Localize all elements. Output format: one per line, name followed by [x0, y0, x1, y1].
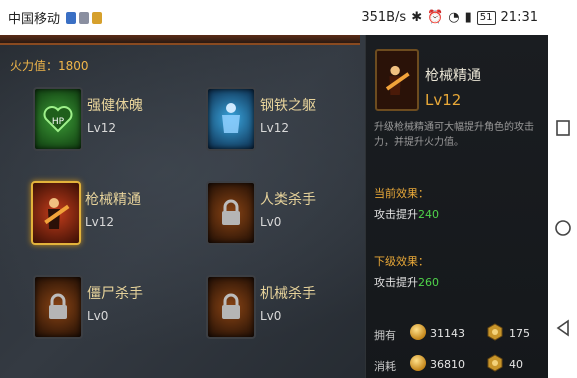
- steel-body-icon: [206, 87, 256, 151]
- owned-gold: 31143: [430, 327, 465, 340]
- current-effect-value: 240: [418, 208, 439, 221]
- notification-icon: [79, 11, 90, 24]
- recent-apps-button[interactable]: [554, 119, 572, 137]
- gold-coin-icon: [410, 355, 426, 371]
- skill-item-steel-body[interactable]: 钢铁之躯 Lv12: [206, 87, 376, 159]
- lock-icon: [206, 275, 256, 339]
- wifi-icon: ◔: [448, 10, 460, 25]
- skill-level: Lv12: [85, 215, 115, 229]
- skill-screen: 火力值：1800 HP 强健体魄 Lv12 钢铁之躯 Lv12 枪械精通 Lv1…: [0, 35, 548, 378]
- skill-item-zombie-killer[interactable]: 僵尸杀手 Lv0: [33, 275, 203, 347]
- cost-row: 消耗 36810 40: [374, 354, 548, 375]
- lock-icon: [33, 275, 83, 339]
- skill-level: Lv0: [87, 309, 109, 323]
- gun-mastery-icon: [31, 181, 81, 245]
- owned-row: 拥有 31143 175: [374, 323, 548, 344]
- skill-name: 机械杀手: [260, 286, 316, 302]
- notification-icon: [92, 11, 103, 24]
- bluetooth-icon: ✱: [411, 10, 423, 25]
- back-button[interactable]: [554, 319, 572, 337]
- skill-item-strong-body[interactable]: HP 强健体魄 Lv12: [33, 87, 203, 159]
- skill-item-gun-mastery[interactable]: 枪械精通 Lv12: [31, 181, 201, 253]
- skill-name: 钢铁之躯: [260, 98, 316, 114]
- detail-title: 枪械精通: [425, 68, 481, 84]
- hp-heart-icon: HP: [33, 87, 83, 151]
- home-button[interactable]: [554, 219, 572, 237]
- skill-level: Lv12: [260, 121, 290, 135]
- battery-indicator: 51: [476, 10, 496, 25]
- skill-level: Lv12: [87, 121, 117, 135]
- carrier-label: 中国移动: [8, 12, 61, 27]
- android-nav-bar: [548, 0, 577, 378]
- status-bar: 中国移动 351B/s ✱ ⏰ ◔ ▮ 51 21:31: [0, 0, 548, 35]
- next-effect-header: 下级效果：: [374, 255, 429, 268]
- firepower-value: 火力值：1800: [10, 59, 89, 73]
- medal-icon: [487, 354, 503, 372]
- cost-medals: 40: [509, 358, 523, 371]
- cost-label: 消耗: [374, 360, 396, 373]
- svg-text:HP: HP: [52, 117, 65, 127]
- current-effect: 攻击提升240: [374, 208, 439, 221]
- signal-icon: ▮: [464, 10, 472, 25]
- gun-mastery-icon: [375, 49, 419, 111]
- detail-level: Lv12: [425, 91, 462, 109]
- skill-name: 枪械精通: [85, 192, 141, 208]
- owned-label: 拥有: [374, 329, 396, 342]
- next-effect: 攻击提升260: [374, 276, 439, 289]
- alarm-icon: ⏰: [427, 10, 444, 25]
- skill-name: 强健体魄: [87, 98, 143, 114]
- next-effect-value: 260: [418, 276, 439, 289]
- lock-icon: [206, 181, 256, 245]
- current-effect-header: 当前效果：: [374, 187, 429, 200]
- owned-medals: 175: [509, 327, 530, 340]
- skill-name: 人类杀手: [260, 192, 316, 208]
- top-frame: [0, 35, 360, 45]
- skill-item-human-killer[interactable]: 人类杀手 Lv0: [206, 181, 376, 253]
- skill-item-mech-killer[interactable]: 机械杀手 Lv0: [206, 275, 376, 347]
- network-speed: 351B/s: [361, 10, 407, 25]
- medal-icon: [487, 323, 503, 341]
- skill-level: Lv0: [260, 215, 282, 229]
- skill-level: Lv0: [260, 309, 282, 323]
- cost-gold: 36810: [430, 358, 465, 371]
- skill-detail-panel: 枪械精通 Lv12 升级枪械精通可大幅提升角色的攻击力，并提升火力值。 当前效果…: [365, 35, 548, 378]
- clock: 21:31: [500, 10, 538, 25]
- gold-coin-icon: [410, 324, 426, 340]
- skill-name: 僵尸杀手: [87, 286, 143, 302]
- notification-icon: [66, 11, 77, 24]
- detail-description: 升级枪械精通可大幅提升角色的攻击力，并提升火力值。: [374, 122, 534, 148]
